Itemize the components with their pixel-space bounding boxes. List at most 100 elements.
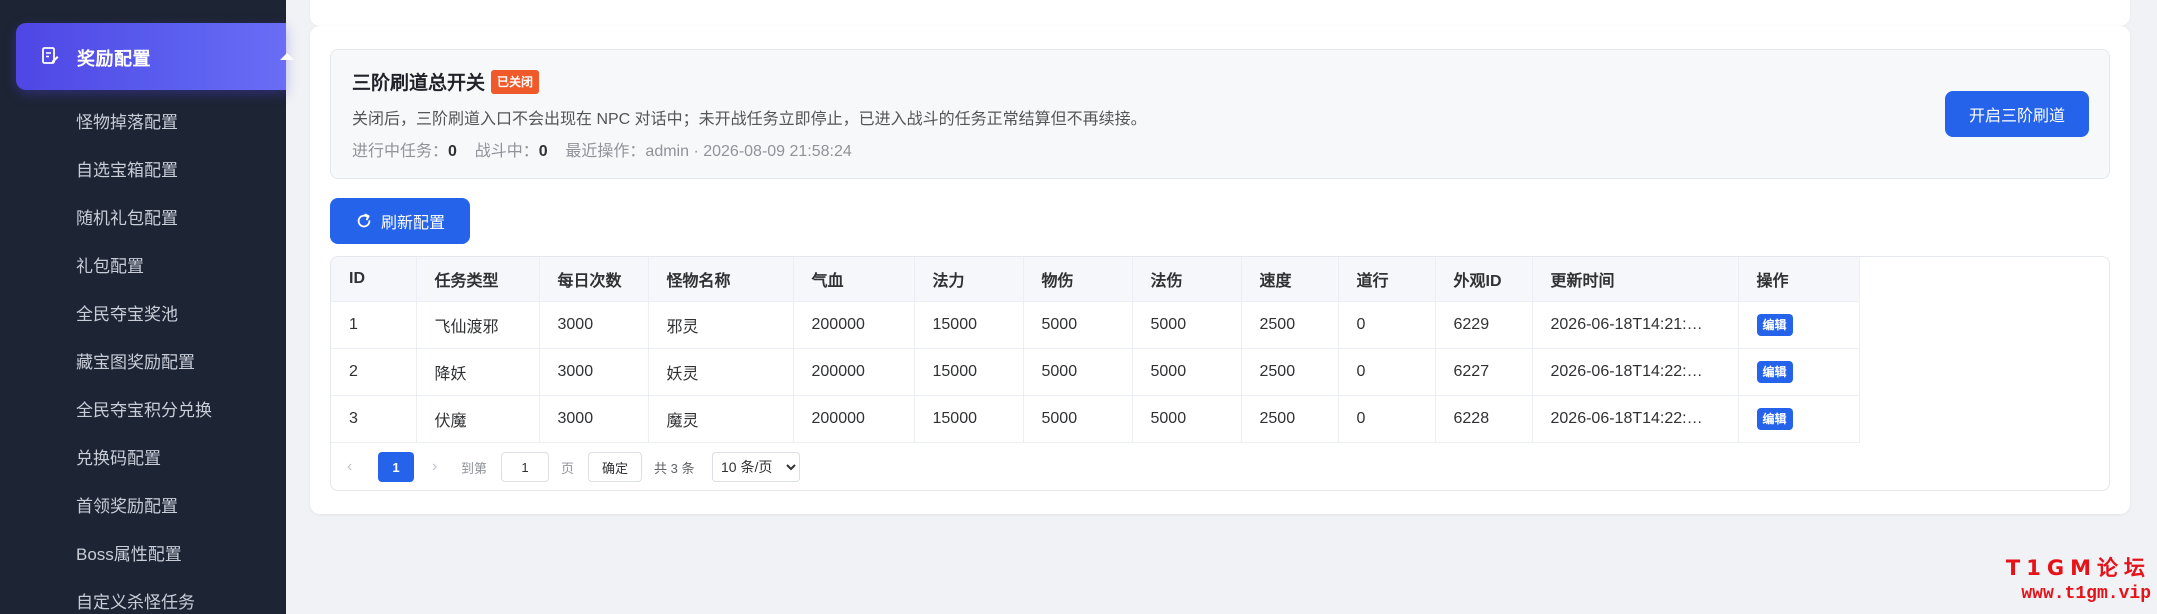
switch-description: 关闭后，三阶刷道入口不会出现在 NPC 对话中；未开战任务立即停止，已进入战斗的…: [352, 111, 1147, 128]
sidebar-item-points-exchange[interactable]: 全民夺宝积分兑换: [76, 396, 212, 421]
col-header: 道行: [1338, 257, 1436, 302]
sidebar-item-monster-drop[interactable]: 怪物掉落配置: [76, 108, 178, 133]
sidebar-menu-reward-config[interactable]: 奖励配置: [16, 23, 294, 90]
table-row: 1 飞仙渡邪 3000 邪灵 200000 15000 5000 5000 25…: [331, 301, 1860, 349]
goto-confirm-button[interactable]: 确定: [588, 452, 642, 482]
table-cell: 200000: [793, 395, 915, 443]
table-cell: 3000: [539, 395, 649, 443]
col-header: 操作: [1738, 257, 1860, 302]
in-battle-value: 0: [538, 143, 548, 160]
table-cell: 伏魔: [416, 395, 540, 443]
sidebar-item-boss-reward[interactable]: 首领奖励配置: [76, 492, 178, 517]
chevron-up-icon: [280, 53, 294, 60]
col-header: 外观ID: [1435, 257, 1533, 302]
chevron-right-icon[interactable]: ›: [432, 458, 437, 476]
status-badge: 已关闭: [491, 70, 540, 94]
in-battle-label: 战斗中：: [474, 143, 539, 160]
col-header: 任务类型: [416, 257, 540, 302]
col-header: 更新时间: [1532, 257, 1739, 302]
watermark-line2: www.t1gm.vip: [2021, 584, 2151, 604]
watermark-line1: T1GM论坛: [2005, 556, 2151, 580]
table-cell: 1: [331, 301, 417, 349]
table-cell: 5000: [1132, 348, 1242, 396]
sidebar-item-gift-pack[interactable]: 礼包配置: [76, 252, 144, 277]
table-cell: 200000: [793, 348, 915, 396]
table-cell: 6228: [1435, 395, 1533, 443]
table-cell: 15000: [914, 301, 1024, 349]
edit-button[interactable]: 编辑: [1756, 408, 1793, 430]
table-cell: 魔灵: [648, 395, 794, 443]
table-cell: 15000: [914, 395, 1024, 443]
document-edit-icon: [42, 47, 59, 64]
previous-card: [310, 0, 2130, 26]
table-cell: 6227: [1435, 348, 1533, 396]
table-cell: 妖灵: [648, 348, 794, 396]
chevron-left-icon[interactable]: ‹: [347, 458, 352, 476]
table-cell: 5000: [1132, 301, 1242, 349]
running-tasks-label: 进行中任务：: [352, 143, 449, 160]
page-label: 页: [561, 461, 575, 476]
col-header: 法力: [914, 257, 1024, 302]
sidebar-item-treasure-map[interactable]: 藏宝图奖励配置: [76, 348, 195, 373]
table-cell: 降妖: [416, 348, 540, 396]
table-cell: 3000: [539, 301, 649, 349]
table-row: 2 降妖 3000 妖灵 200000 15000 5000 5000 2500…: [331, 348, 1860, 396]
table-cell: 2500: [1241, 395, 1339, 443]
edit-button[interactable]: 编辑: [1756, 314, 1793, 336]
page-size-select[interactable]: 10 条/页: [712, 452, 800, 482]
table-cell: 邪灵: [648, 301, 794, 349]
table-cell: 5000: [1023, 348, 1133, 396]
goto-page-input[interactable]: [501, 452, 549, 482]
sidebar-item-treasure-pool[interactable]: 全民夺宝奖池: [76, 300, 178, 325]
data-table: ID 任务类型 每日次数 怪物名称 气血 法力 物伤 法伤 速度 道行 外观ID…: [331, 257, 1860, 443]
sidebar-item-optional-chest[interactable]: 自选宝箱配置: [76, 156, 178, 181]
sidebar-item-redeem-code[interactable]: 兑换码配置: [76, 444, 161, 469]
table-cell: 飞仙渡邪: [416, 301, 540, 349]
action-cell: 编辑: [1738, 301, 1860, 349]
table-cell: 2: [331, 348, 417, 396]
recent-op-value: admin · 2026-08-09 21:58:24: [645, 143, 852, 160]
table-cell: 6229: [1435, 301, 1533, 349]
sidebar-item-random-pack[interactable]: 随机礼包配置: [76, 204, 178, 229]
enable-tier3-button[interactable]: 开启三阶刷道: [1945, 91, 2089, 137]
col-header: 每日次数: [539, 257, 649, 302]
total-count: 共 3 条: [654, 461, 695, 476]
switch-stats: 进行中任务：0 战斗中：0 最近操作：admin · 2026-08-09 21…: [352, 137, 852, 161]
col-header: 气血: [793, 257, 915, 302]
table-cell: 5000: [1023, 395, 1133, 443]
sidebar-item-boss-attr[interactable]: Boss属性配置: [76, 540, 182, 565]
table-cell: 15000: [914, 348, 1024, 396]
refresh-config-button[interactable]: 刷新配置: [330, 198, 470, 244]
col-header: 速度: [1241, 257, 1339, 302]
sidebar-item-custom-kill-task[interactable]: 自定义杀怪任务: [76, 588, 195, 613]
page-current[interactable]: 1: [378, 452, 414, 482]
switch-title: 三阶刷道总开关: [352, 73, 486, 94]
refresh-config-label: 刷新配置: [380, 215, 445, 232]
table-cell: 3000: [539, 348, 649, 396]
refresh-icon: [357, 213, 371, 228]
action-cell: 编辑: [1738, 348, 1860, 396]
table-cell: 2500: [1241, 348, 1339, 396]
table-cell: 2026-06-18T14:22:…: [1532, 348, 1739, 396]
col-header: 物伤: [1023, 257, 1133, 302]
edit-button[interactable]: 编辑: [1756, 361, 1793, 383]
goto-label: 到第: [461, 461, 488, 476]
table-cell: 2026-06-18T14:21:…: [1532, 301, 1739, 349]
table-cell: 3: [331, 395, 417, 443]
table-cell: 0: [1338, 301, 1436, 349]
running-tasks-value: 0: [448, 143, 457, 160]
sidebar: 奖励配置 怪物掉落配置 自选宝箱配置 随机礼包配置 礼包配置 全民夺宝奖池 藏宝…: [0, 0, 294, 614]
recent-op-label: 最近操作：: [565, 143, 646, 160]
table-cell: 0: [1338, 395, 1436, 443]
col-header: ID: [331, 257, 417, 302]
action-cell: 编辑: [1738, 395, 1860, 443]
table-header-row: ID 任务类型 每日次数 怪物名称 气血 法力 物伤 法伤 速度 道行 外观ID…: [331, 257, 1860, 302]
table-row: 3 伏魔 3000 魔灵 200000 15000 5000 5000 2500…: [331, 395, 1860, 443]
table-cell: 0: [1338, 348, 1436, 396]
task-table: ID 任务类型 每日次数 怪物名称 气血 法力 物伤 法伤 速度 道行 外观ID…: [330, 256, 2110, 491]
col-header: 法伤: [1132, 257, 1242, 302]
table-cell: 2026-06-18T14:22:…: [1532, 395, 1739, 443]
table-cell: 2500: [1241, 301, 1339, 349]
watermark: T1GM论坛 www.t1gm.vip: [2006, 555, 2151, 607]
pagination: ‹ 1 › 到第 页 确定 共 3 条 10 条/页: [331, 445, 2109, 490]
